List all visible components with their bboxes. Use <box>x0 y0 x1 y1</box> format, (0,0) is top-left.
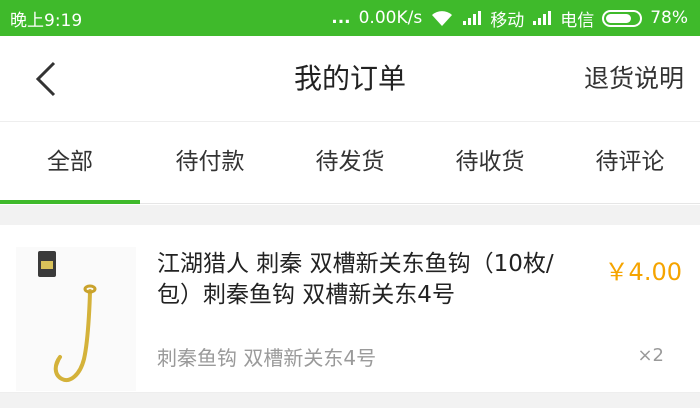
tab-pending-receipt[interactable]: 待收货 <box>420 122 560 203</box>
order-tabs: 全部 待付款 待发货 待收货 待评论 <box>0 122 700 204</box>
signal-icon <box>532 10 552 26</box>
product-price: ￥4.00 <box>604 258 682 286</box>
section-divider <box>0 393 700 408</box>
carrier-2: 电信 <box>560 10 595 31</box>
order-item[interactable]: 江湖猎人 刺秦 双槽新关东鱼钩（10枚/包）刺秦鱼钩 双槽新关东4号 ￥4.00… <box>0 225 700 393</box>
return-policy-link[interactable]: 退货说明 <box>584 36 684 122</box>
tab-pending-review[interactable]: 待评论 <box>560 122 700 203</box>
nav-bar: 我的订单 退货说明 <box>0 36 700 122</box>
network-speed: 0.00K/s <box>358 8 423 28</box>
product-variant: 刺秦鱼钩 双槽新关东4号 <box>157 346 377 370</box>
carrier-1: 移动 <box>490 10 525 31</box>
fish-hook-icon <box>16 247 136 395</box>
tab-pending-shipment[interactable]: 待发货 <box>280 122 420 203</box>
battery-percent: 78% <box>650 8 688 28</box>
status-bar: 晚上9:19 ... 0.00K/s 移动 电信 78% <box>0 0 700 36</box>
status-dots: ... <box>331 8 351 28</box>
status-time: 晚上9:19 <box>10 10 83 31</box>
section-divider <box>0 205 700 225</box>
back-button[interactable] <box>26 58 66 100</box>
product-quantity: ×2 <box>637 345 664 366</box>
chevron-left-icon <box>35 61 57 97</box>
product-title[interactable]: 江湖猎人 刺秦 双槽新关东鱼钩（10枚/包）刺秦鱼钩 双槽新关东4号 <box>157 249 587 311</box>
tab-all[interactable]: 全部 <box>0 122 140 204</box>
signal-icon <box>462 10 482 26</box>
tab-pending-payment[interactable]: 待付款 <box>140 122 280 203</box>
wifi-icon <box>430 9 454 27</box>
battery-icon <box>602 9 643 27</box>
product-image <box>16 247 136 391</box>
status-indicators: ... 0.00K/s 移动 电信 78% <box>331 6 688 31</box>
